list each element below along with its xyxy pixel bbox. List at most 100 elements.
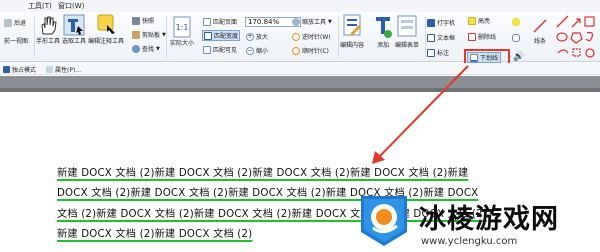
fit-page-icon [203, 17, 211, 26]
properties-label: 属性(P)... [55, 67, 82, 74]
text-box-button[interactable]: 文本框 [427, 33, 455, 42]
form-icon [397, 15, 417, 37]
pdf-editor-window: 工具(T) 窗口(W) 后退 前一视图 手形工具 选取工具 编辑注释工具 快照 … [0, 0, 600, 252]
camera-icon [132, 16, 140, 25]
page-gap-strip [0, 76, 600, 92]
search-icon [132, 44, 140, 53]
zoom-out-icon: − [246, 46, 254, 55]
rotate-ccw-label: 逆时针(W) [302, 34, 331, 41]
fit-width-icon [204, 31, 212, 40]
fit-page-label: 匹配页面 [213, 19, 238, 26]
edit-form-button[interactable]: 编辑表单 [395, 14, 419, 49]
back-button[interactable]: 后退 [4, 18, 26, 27]
callout-button[interactable]: 标注 [427, 48, 449, 57]
strikeout-button[interactable]: 删除线 [468, 32, 496, 41]
menu-item-window[interactable]: 窗口(W) [58, 1, 84, 11]
zoom-out-button[interactable]: − 缩小 [246, 46, 268, 55]
separator [166, 16, 167, 58]
line-icon [533, 19, 547, 33]
add-label: 添加 [376, 42, 389, 49]
actual-size-button[interactable]: 1:1 实际大小 [170, 16, 194, 47]
svg-text:1:1: 1:1 [176, 23, 189, 32]
text-box-label: 文本框 [437, 35, 456, 42]
separator [425, 16, 426, 58]
document-text-line[interactable]: 新建 DOCX 文档 (2)新建 DOCX 文档 (2)新建 DOCX 文档 (… [57, 164, 468, 179]
text-select-icon [63, 14, 85, 36]
properties-button[interactable]: 属性(P)... [46, 65, 81, 74]
edit-content-button[interactable]: 编辑内容 [340, 14, 364, 49]
add-button[interactable]: 添加 [373, 14, 393, 49]
separator [338, 16, 339, 58]
forward-button[interactable]: 前一视图 [4, 36, 28, 45]
reading-mode-icon [3, 66, 10, 73]
edit-content-icon [343, 14, 361, 36]
back-label: 后退 [14, 20, 27, 27]
strikeout-label: 删除线 [478, 34, 497, 41]
find-label: 查找 [142, 46, 155, 53]
shape-tools-icon[interactable] [554, 15, 598, 59]
zoom-in-button[interactable]: + 放大 [246, 32, 268, 41]
select-text-tool-button[interactable]: 选取工具 [62, 14, 86, 45]
paperclip-icon [512, 34, 520, 42]
edit-content-label: 编辑内容 [340, 42, 365, 49]
find-button[interactable]: 查找 ▼ [132, 44, 160, 53]
underline-button[interactable]: 下划线 [467, 52, 502, 63]
fit-width-button[interactable]: 匹配宽度 [202, 30, 241, 41]
reading-mode-label: 独占模式 [12, 67, 37, 74]
speaker-icon[interactable]: 🔊 [513, 52, 524, 62]
highlight-icon [468, 16, 476, 25]
rotate-cw-label: 顺时针(C) [302, 48, 329, 55]
note-icon [512, 18, 520, 26]
attach-button[interactable] [512, 34, 520, 42]
forward-label: 前一视图 [4, 38, 29, 45]
zoom-in-icon: + [246, 32, 254, 41]
underline-icon [470, 53, 478, 62]
add-text-icon [376, 17, 392, 38]
chevron-down-icon: ▼ [156, 45, 160, 52]
fit-width-label: 匹配宽度 [214, 33, 239, 40]
callout-icon [427, 48, 435, 57]
strikeout-icon [468, 32, 476, 41]
rotate-ccw-button[interactable]: 逆时针(W) [292, 32, 331, 41]
secondary-toolbar: 独占模式 属性(P)... [0, 63, 600, 75]
annotation-icon [97, 14, 115, 34]
typewriter-icon [427, 18, 435, 27]
actual-size-icon: 1:1 [173, 16, 191, 38]
clipboard-button[interactable]: 剪贴板 ▼ [132, 30, 166, 39]
reading-mode-button[interactable]: 独占模式 [3, 65, 36, 74]
annotation-tool-button[interactable]: 编辑注释工具 [88, 14, 124, 45]
zoom-tool-label: 缩放工具 [302, 19, 327, 26]
highlight-label: 高亮 [478, 18, 491, 25]
annotation-tool-label: 编辑注释工具 [88, 38, 125, 45]
watermark-url: www.yclengku.com [421, 236, 518, 247]
watermark-logo-icon [361, 196, 407, 246]
fit-page-button[interactable]: 匹配页面 [203, 17, 237, 26]
fit-visible-button[interactable]: 匹配可见 [203, 45, 237, 54]
separator [34, 16, 35, 58]
snapshot-button[interactable]: 快照 [132, 16, 154, 25]
typewriter-button[interactable]: 打字机 [427, 18, 455, 27]
rotate-left-icon [292, 32, 300, 41]
fit-visible-label: 匹配可见 [213, 47, 238, 54]
hand-icon [41, 16, 57, 35]
fit-visible-icon [203, 45, 211, 54]
chevron-down-icon: ▼ [328, 18, 332, 25]
menu-item-tools[interactable]: 工具(T) [28, 1, 52, 11]
document-text-line[interactable]: DOCX 文档 (2)新建 DOCX 文档 (2)新建 DOCX 文档 (2)新… [57, 184, 478, 199]
hand-tool-button[interactable]: 手形工具 [36, 14, 60, 45]
properties-icon [46, 66, 53, 73]
zoom-tool-button[interactable]: 缩放工具 ▼ [292, 17, 332, 26]
line-tool-button[interactable]: 线条 [532, 18, 548, 45]
zoom-value: 170.84% [248, 18, 280, 26]
ribbon-toolbar: 后退 前一视图 手形工具 选取工具 编辑注释工具 快照 剪贴板 ▼ 查找 ▼ 1… [0, 12, 600, 62]
rotate-right-icon [292, 46, 300, 55]
clipboard-icon [132, 30, 140, 39]
rotate-cw-button[interactable]: 顺时针(C) [292, 46, 329, 55]
note-button[interactable] [512, 18, 520, 26]
document-text-line[interactable]: 新建 DOCX 文档 (2)新建 DOCX 文档 (2) [57, 225, 252, 240]
magnifier-icon [292, 17, 300, 26]
highlight-button[interactable]: 高亮 [468, 16, 490, 25]
line-label: 线条 [533, 38, 546, 45]
menu-bar: 工具(T) 窗口(W) [0, 0, 600, 12]
underline-label: 下划线 [480, 55, 499, 62]
